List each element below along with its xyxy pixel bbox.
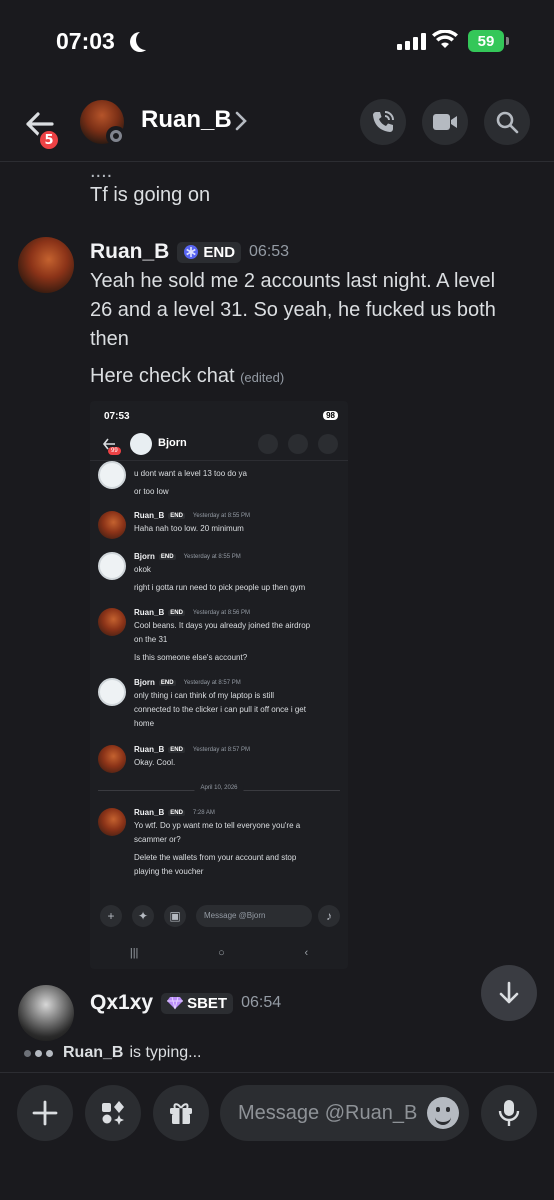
voice-message-button[interactable]	[481, 1085, 537, 1141]
phone-icon	[373, 111, 394, 132]
author-name[interactable]: Ruan_B	[90, 240, 169, 264]
add-attachment-button[interactable]	[17, 1085, 73, 1141]
video-icon	[433, 114, 457, 130]
emoji-icon[interactable]	[427, 1097, 459, 1129]
message-input[interactable]	[238, 1099, 420, 1127]
unread-badge: 5	[37, 128, 61, 152]
plus-icon	[32, 1100, 58, 1126]
status-bar: 07:03 59	[0, 0, 554, 84]
timestamp: 06:54	[241, 994, 282, 1011]
avatar[interactable]	[18, 237, 74, 293]
chevron-right-icon[interactable]	[234, 110, 248, 132]
previous-message-text: Tf is going on	[90, 184, 211, 206]
edited-label: (edited)	[240, 370, 285, 385]
apps-icon	[102, 1101, 124, 1125]
header-username[interactable]: Ruan_B	[141, 106, 232, 134]
jump-to-present-button[interactable]	[481, 965, 537, 1021]
typing-dots-icon	[24, 1049, 53, 1057]
signal-icon	[397, 33, 426, 50]
message-input-container	[220, 1085, 469, 1141]
gift-icon	[170, 1103, 192, 1124]
author-name[interactable]: Qx1xy	[90, 991, 153, 1015]
message-text-edited: Here check chat (edited)	[90, 365, 285, 387]
message-header: Ruan_B END 06:53	[90, 240, 289, 264]
arrow-down-icon	[499, 981, 519, 1004]
video-call-button[interactable]	[422, 99, 468, 145]
search-icon	[496, 111, 519, 134]
status-time: 07:03	[56, 28, 115, 54]
image-attachment[interactable]: 07:53 98 99 Bjorn u dont want a level 13…	[90, 401, 348, 969]
typing-indicator: Ruan_B is typing...	[24, 1044, 201, 1062]
chat-header: 5 Ruan_B	[0, 84, 554, 162]
gem-icon	[167, 996, 184, 1010]
gift-button[interactable]	[153, 1085, 209, 1141]
mic-icon	[498, 1100, 520, 1126]
offline-status-icon	[106, 126, 126, 146]
wifi-icon	[432, 30, 458, 48]
moon-icon	[136, 30, 156, 50]
apps-button[interactable]	[85, 1085, 141, 1141]
search-button[interactable]	[484, 99, 530, 145]
message-header: Qx1xy SBET 06:54	[90, 991, 281, 1015]
avatar[interactable]	[18, 985, 74, 1041]
voice-call-button[interactable]	[360, 99, 406, 145]
snowflake-icon	[184, 245, 199, 259]
guild-tag[interactable]: SBET	[161, 992, 234, 1014]
guild-tag[interactable]: END	[177, 241, 242, 263]
message-text: Yeah he sold me 2 accounts last night. A…	[90, 270, 496, 350]
composer-bar	[0, 1072, 554, 1200]
battery-indicator: 59	[468, 30, 509, 52]
previous-message-dots: ....	[90, 160, 113, 182]
timestamp: 06:53	[249, 243, 290, 260]
